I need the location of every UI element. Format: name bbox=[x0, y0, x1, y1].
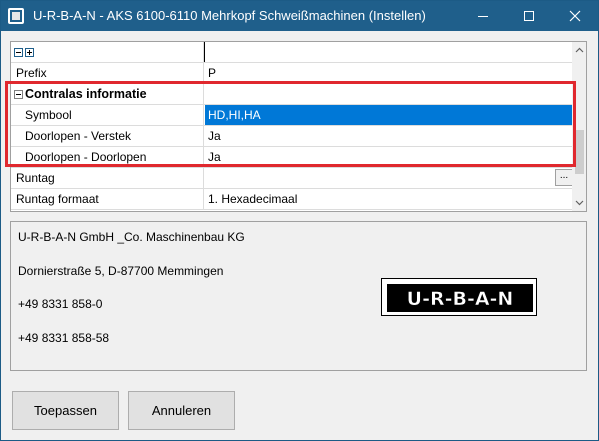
window-title: U-R-B-A-N - AKS 6100-6110 Mehrkopf Schwe… bbox=[33, 8, 426, 23]
scroll-up-icon[interactable] bbox=[572, 42, 587, 59]
scroll-down-icon[interactable] bbox=[572, 194, 587, 211]
close-icon bbox=[569, 10, 581, 22]
property-name: Doorlopen - Doorlopen bbox=[11, 147, 204, 167]
grid-toolbar-row bbox=[11, 42, 573, 63]
category-header: Contralas informatie bbox=[11, 84, 204, 104]
title-bar[interactable]: U-R-B-A-N - AKS 6100-6110 Mehrkopf Schwe… bbox=[1, 1, 598, 31]
grid-toolbar bbox=[11, 42, 204, 62]
property-value[interactable]: P bbox=[205, 63, 573, 83]
expand-all-icon[interactable] bbox=[25, 48, 34, 57]
minimize-icon bbox=[478, 16, 488, 17]
maximize-icon bbox=[524, 11, 534, 21]
property-row-doorlopen-doorlopen[interactable]: Doorlopen - Doorlopen Ja bbox=[11, 147, 573, 168]
close-button[interactable] bbox=[552, 1, 598, 31]
property-value[interactable]: ... bbox=[205, 168, 573, 188]
company-info-panel: U-R-B-A-N GmbH _Co. Maschinenbau KG Dorn… bbox=[10, 221, 587, 371]
property-value[interactable]: Ja bbox=[205, 147, 573, 167]
property-name: Doorlopen - Verstek bbox=[11, 126, 204, 146]
property-row-doorlopen-verstek[interactable]: Doorlopen - Verstek Ja bbox=[11, 126, 573, 147]
property-value-selected[interactable]: HD,HI,HA bbox=[205, 105, 573, 125]
company-address: Dornierstraße 5, D-87700 Memmingen bbox=[18, 264, 224, 278]
maximize-button[interactable] bbox=[506, 1, 552, 31]
category-row-contralas[interactable]: Contralas informatie bbox=[11, 84, 573, 105]
property-value[interactable]: 1. Hexadecimaal bbox=[205, 189, 573, 209]
cancel-button[interactable]: Annuleren bbox=[128, 391, 235, 430]
property-name: Runtag formaat bbox=[11, 189, 204, 209]
urban-logo: U-R-B-A-N bbox=[381, 278, 537, 316]
property-name: Symbool bbox=[11, 105, 204, 125]
apply-button[interactable]: Toepassen bbox=[12, 391, 119, 430]
company-name: U-R-B-A-N GmbH _Co. Maschinenbau KG bbox=[18, 230, 245, 244]
vertical-scrollbar[interactable] bbox=[572, 42, 587, 211]
logo-text: U-R-B-A-N bbox=[407, 288, 514, 310]
company-phone: +49 8331 858-0 bbox=[18, 297, 103, 311]
grid-toolbar-value bbox=[204, 42, 572, 62]
property-row-symbool[interactable]: Symbool HD,HI,HA bbox=[11, 105, 573, 126]
property-row-runtag[interactable]: Runtag ... bbox=[11, 168, 573, 189]
settings-window: U-R-B-A-N - AKS 6100-6110 Mehrkopf Schwe… bbox=[0, 0, 599, 441]
browse-button[interactable]: ... bbox=[555, 169, 573, 186]
property-row-runtag-formaat[interactable]: Runtag formaat 1. Hexadecimaal bbox=[11, 189, 573, 210]
property-row-prefix[interactable]: Prefix P bbox=[11, 63, 573, 84]
collapse-all-icon[interactable] bbox=[14, 48, 23, 57]
scroll-thumb[interactable] bbox=[575, 130, 584, 174]
property-name: Runtag bbox=[11, 168, 204, 188]
property-name: Prefix bbox=[11, 63, 204, 83]
company-fax: +49 8331 858-58 bbox=[18, 331, 110, 345]
property-grid: Prefix P Contralas informatie Symbool HD… bbox=[10, 41, 587, 212]
category-label: Contralas informatie bbox=[25, 87, 147, 101]
collapse-icon[interactable] bbox=[14, 90, 23, 99]
app-icon[interactable] bbox=[8, 8, 24, 24]
minimize-button[interactable] bbox=[460, 1, 506, 31]
property-value[interactable]: Ja bbox=[205, 126, 573, 146]
